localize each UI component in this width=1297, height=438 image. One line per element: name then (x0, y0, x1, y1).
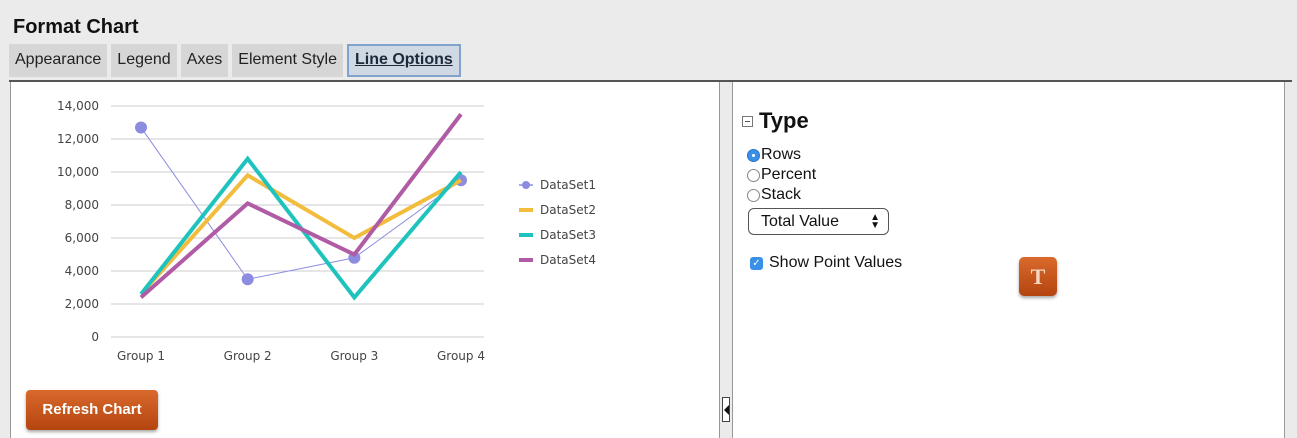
y-tick-label: 0 (91, 330, 99, 344)
tab-element-style[interactable]: Element Style (232, 44, 343, 77)
y-tick-label: 14,000 (57, 99, 99, 113)
tab-bar: Appearance Legend Axes Element Style Lin… (9, 44, 465, 80)
legend-label: DataSet3 (540, 228, 596, 242)
legend-label: DataSet4 (540, 253, 596, 267)
select-value: Total Value (761, 213, 839, 230)
refresh-chart-button[interactable]: Refresh Chart (26, 390, 158, 430)
tab-line-options[interactable]: Line Options (346, 44, 461, 77)
type-section-header: Type (742, 108, 809, 134)
radio-button[interactable] (747, 168, 760, 182)
page-title: Format Chart (13, 16, 139, 38)
line-chart: 0 2,000 4,000 6,000 8,000 10,000 12,000 14,000 G… (57, 99, 596, 363)
value-select[interactable]: Total Value ▲ ▼ (748, 208, 889, 235)
y-tick-label: 6,000 (65, 231, 99, 245)
show-point-values-label: Show Point Values (769, 254, 903, 271)
x-tick-label: Group 4 (437, 349, 485, 363)
type-title: Type (759, 108, 809, 133)
legend-marker (522, 181, 530, 189)
x-tick-label: Group 3 (330, 349, 378, 363)
triangle-left-icon[interactable] (722, 397, 730, 422)
radio-label: Rows (761, 146, 802, 163)
show-point-values-toggle[interactable]: ✓ Show Point Values (750, 254, 902, 272)
radio-label: Percent (761, 166, 817, 183)
radio-rows[interactable]: Rows (747, 146, 801, 164)
radio-percent[interactable]: Percent (747, 166, 816, 184)
text-style-icon[interactable]: T (1019, 257, 1057, 296)
y-tick-label: 2,000 (65, 297, 99, 311)
data-point (241, 273, 254, 286)
radio-button[interactable] (747, 188, 760, 202)
updown-arrows-icon: ▲ ▼ (870, 212, 880, 231)
legend-label: DataSet1 (540, 178, 596, 192)
legend-label: DataSet2 (540, 203, 596, 217)
chart-preview-panel: 0 2,000 4,000 6,000 8,000 10,000 12,000 14,000 G… (10, 82, 720, 438)
y-tick-label: 4,000 (65, 264, 99, 278)
radio-label: Stack (761, 186, 802, 203)
tab-appearance[interactable]: Appearance (9, 44, 108, 77)
options-panel: Type Rows Percent Stack Total Value ▲ ▼ ✓… (733, 82, 1285, 438)
tab-axes[interactable]: Axes (180, 44, 229, 77)
tab-legend[interactable]: Legend (111, 44, 177, 77)
panel-splitter[interactable] (719, 82, 733, 438)
checkbox[interactable]: ✓ (750, 256, 763, 270)
data-point (135, 121, 147, 134)
x-tick-label: Group 2 (224, 349, 272, 363)
x-tick-label: Group 1 (117, 349, 165, 363)
y-tick-label: 8,000 (65, 198, 99, 212)
y-tick-label: 12,000 (57, 132, 99, 146)
y-tick-label: 10,000 (57, 165, 99, 179)
radio-button[interactable] (747, 148, 760, 162)
collapse-icon[interactable] (742, 115, 753, 127)
radio-stack[interactable]: Stack (747, 186, 801, 204)
